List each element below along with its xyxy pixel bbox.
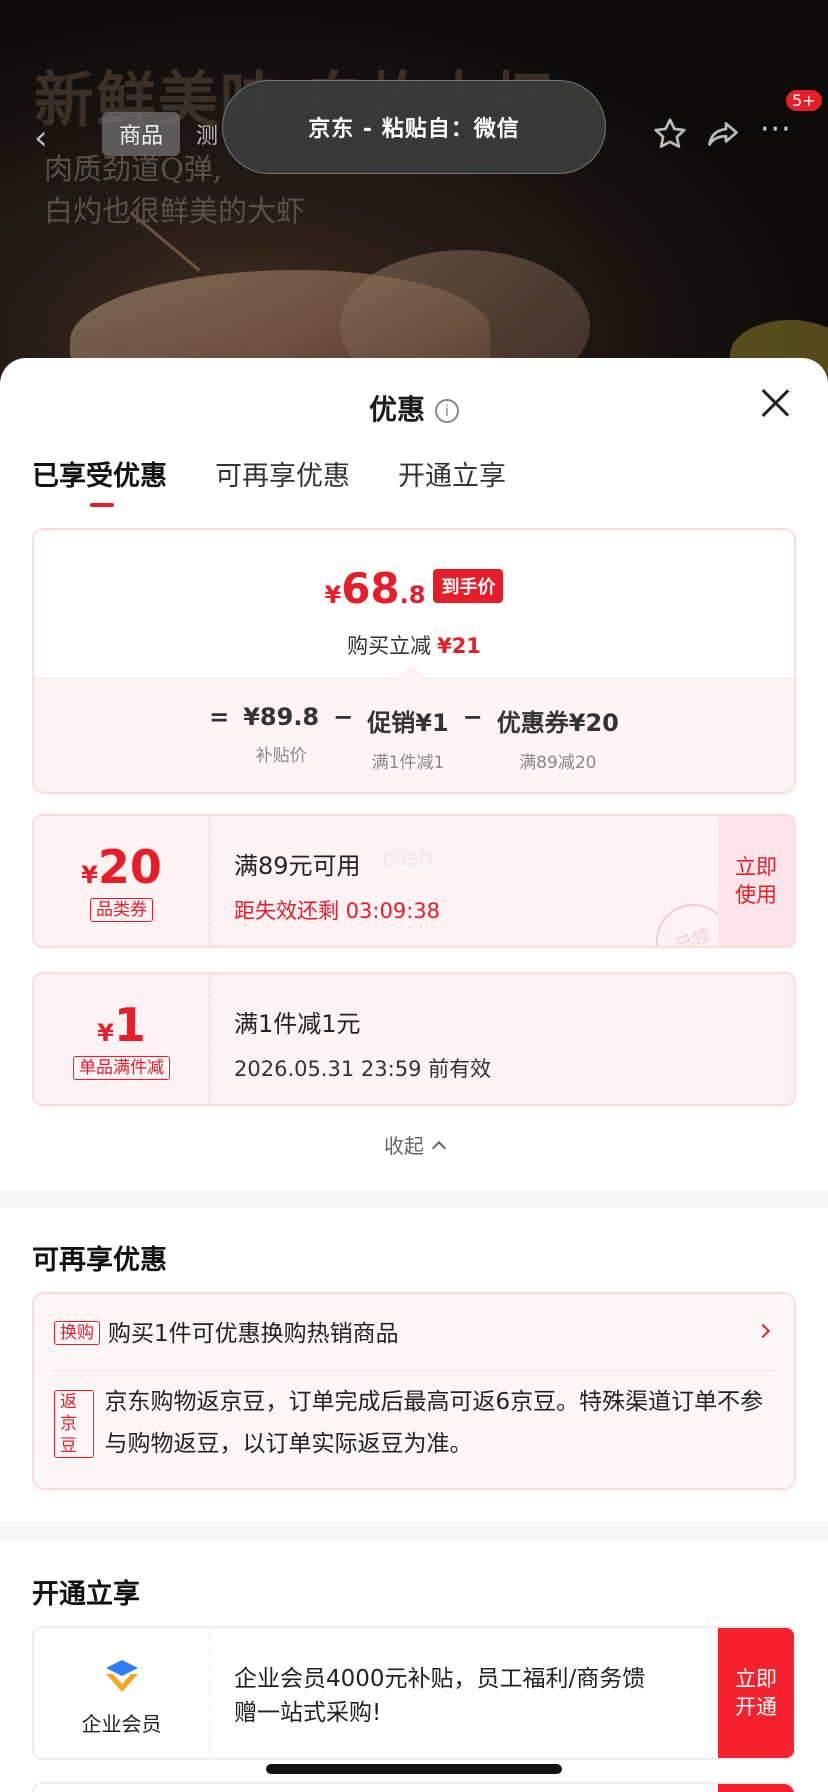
coupon-kind-badge: 单品满件减: [73, 1056, 170, 1080]
tab-open-now[interactable]: 开通立享: [398, 454, 506, 493]
exchange-purchase-row[interactable]: 换购 购买1件可优惠换购热销商品: [54, 1314, 774, 1350]
enterprise-member-card: 企业会员 企业会员4000元补贴，员工福利/商务馈赠一站式采购! 立即 开通: [32, 1626, 796, 1760]
coupon-amount-area: ¥20 品类券: [34, 816, 210, 946]
discount-sheet: 优惠 i 已享受优惠 可再享优惠 开通立享 ¥68.8 到手价 购买立减 ¥21 = …: [0, 358, 828, 1792]
tab-goods[interactable]: 商品: [102, 112, 180, 156]
coupon-kind-badge: 品类券: [90, 898, 153, 922]
jingdou-row: 返京豆 京东购物返京豆，订单完成后最高可返6京豆。特殊渠道订单不参与购物返豆，以…: [54, 1389, 764, 1465]
tag-jingdou: 返京豆: [54, 1390, 95, 1458]
back-icon[interactable]: ‹: [34, 118, 48, 158]
sheet-header: 优惠 i: [0, 388, 828, 428]
section-divider: [0, 1190, 828, 1208]
sheet-title: 优惠: [368, 393, 425, 426]
price-decimal: .8: [399, 581, 426, 609]
section-title-more: 可再享优惠: [32, 1245, 167, 1276]
formula-value: 促销¥1: [367, 709, 449, 737]
member-logo-area: 企业会员: [34, 1628, 210, 1758]
formula-value: ¥89.8: [243, 703, 320, 731]
watermark-text: cash: [382, 846, 433, 871]
formula-label: 补贴价: [255, 746, 307, 766]
formula-label: 满1件减1: [371, 753, 445, 773]
price-summary-card: ¥68.8 到手价 购买立减 ¥21 = ¥89.8 补贴价 − 促销¥1 满1件减…: [32, 528, 796, 794]
clipboard-toast: 京东 - 粘贴自：微信: [222, 80, 606, 174]
tab-enjoyed[interactable]: 已享受优惠: [32, 454, 167, 507]
star-icon[interactable]: [652, 116, 688, 152]
formula-promo: 促销¥1 满1件减1: [367, 703, 448, 773]
minus-sign: −: [462, 703, 483, 731]
formula-value: 优惠券¥20: [496, 709, 619, 737]
chevron-right-icon: [755, 1323, 771, 1339]
jingdou-text: 京东购物返京豆，订单完成后最高可返6京豆。特殊渠道订单不参与购物返豆，以订单实际…: [104, 1389, 764, 1457]
coupon-amount: 20: [97, 840, 162, 894]
coupon-countdown: 距失效还剩 03:09:38: [234, 899, 440, 923]
instant-label: 购买立减: [347, 634, 432, 658]
notification-badge: 5+: [786, 90, 822, 111]
more-icon[interactable]: ···: [760, 112, 792, 147]
discount-tabs: 已享受优惠 可再享优惠 开通立享: [32, 454, 506, 507]
collapse-button[interactable]: 收起: [0, 1130, 828, 1159]
collapse-label: 收起: [384, 1134, 424, 1158]
coupon-expiry: 2026.05.31 23:59 前有效: [234, 1057, 492, 1081]
member-name: 企业会员: [81, 1712, 162, 1736]
section-divider: [0, 1522, 828, 1540]
tab-more-discounts[interactable]: 可再享优惠: [215, 454, 350, 493]
next-card-peek: [32, 1782, 796, 1792]
open-now-button[interactable]: 立即 开通: [718, 1628, 794, 1758]
final-price-tag: 到手价: [433, 569, 504, 603]
row-divider: [54, 1370, 774, 1371]
info-icon[interactable]: i: [435, 399, 459, 423]
home-indicator: [266, 1764, 562, 1774]
coupon-card-item-discount: ¥1 单品满件减 满1件减1元 2026.05.31 23:59 前有效: [32, 972, 796, 1106]
price-formula: = ¥89.8 补贴价 − 促销¥1 满1件减1 − 优惠券¥20 满89减20: [34, 703, 794, 773]
final-price: ¥68.8 到手价: [34, 564, 794, 613]
use-now-button[interactable]: 立即 使用: [718, 816, 794, 946]
product-top-bar: ‹ 商品 测 ··· 5+ 京东 - 粘贴自：微信: [0, 80, 828, 174]
price-integer: 68: [341, 564, 400, 613]
member-description: 企业会员4000元补贴，员工福利/商务馈赠一站式采购!: [234, 1666, 646, 1726]
coupon-card-category: ¥20 品类券 满89元可用 距失效还剩 03:09:38 cash 已领 立即…: [32, 814, 796, 948]
chevron-up-icon: [431, 1140, 447, 1156]
minus-sign: −: [333, 703, 354, 731]
coupon-details: 满1件减1元 2026.05.31 23:59 前有效: [234, 1004, 491, 1083]
share-icon[interactable]: [704, 116, 742, 152]
tab-partial[interactable]: 测: [196, 118, 218, 150]
exchange-text: 购买1件可优惠换购热销商品: [108, 1321, 399, 1347]
instant-discount: 购买立减 ¥21: [34, 630, 794, 660]
coupon-currency: ¥: [81, 861, 98, 889]
coupon-currency: ¥: [97, 1019, 114, 1047]
more-discounts-box: 换购 购买1件可优惠换购热销商品 返京豆 京东购物返京豆，订单完成后最高可返6京豆…: [32, 1292, 796, 1490]
product-hero-image: 新鲜美味 白灼大虾 肉质劲道Q弹, 白灼也很鲜美的大虾: [0, 0, 828, 400]
formula-label: 满89减20: [519, 753, 597, 773]
formula-subsidy: ¥89.8 补贴价: [243, 703, 319, 766]
tag-exchange: 换购: [54, 1321, 100, 1345]
close-icon[interactable]: [760, 388, 790, 418]
enterprise-member-icon: [105, 1660, 138, 1692]
coupon-amount: 1: [113, 998, 146, 1052]
section-title-open: 开通立享: [32, 1579, 140, 1610]
price-currency: ¥: [324, 581, 342, 609]
coupon-amount-area: ¥1 单品满件减: [34, 974, 210, 1104]
coupon-condition: 满1件减1元: [234, 1010, 361, 1038]
formula-coupon: 优惠券¥20 满89减20: [497, 703, 619, 773]
instant-value: ¥21: [437, 634, 481, 658]
equals-sign: =: [209, 703, 230, 731]
next-card-button-peek: [718, 1784, 794, 1792]
overlay-dim[interactable]: [0, 0, 828, 400]
